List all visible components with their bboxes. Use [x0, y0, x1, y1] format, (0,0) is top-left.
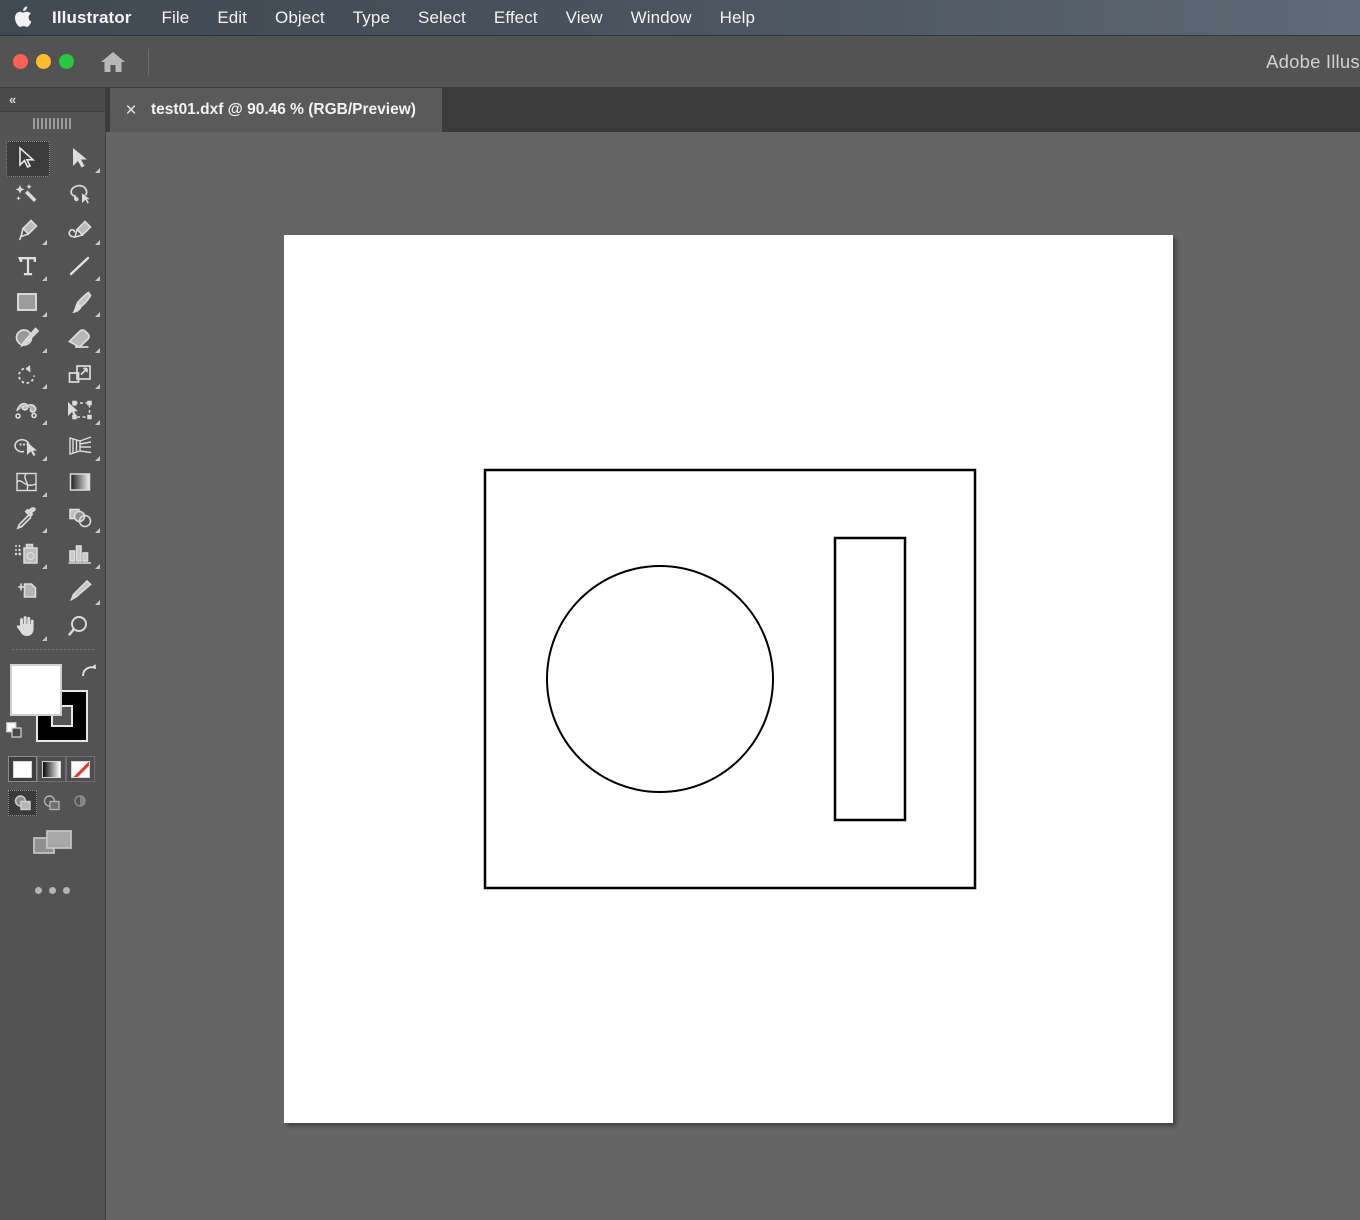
draw-inside-button[interactable]	[66, 790, 95, 816]
direct-selection-tool[interactable]	[53, 140, 106, 176]
chevron-double-left-icon: «	[9, 92, 16, 107]
document-tab[interactable]: × test01.dxf @ 90.46 % (RGB/Preview)	[110, 88, 442, 132]
close-window-button[interactable]	[13, 54, 28, 69]
document-tab-label: test01.dxf @ 90.46 % (RGB/Preview)	[151, 101, 416, 118]
hand-tool[interactable]	[0, 608, 53, 644]
collapse-panel-button[interactable]: «	[0, 88, 105, 112]
canvas-area[interactable]	[106, 132, 1360, 1220]
fill-stroke-controls	[0, 658, 105, 750]
menu-item-effect[interactable]: Effect	[480, 0, 552, 36]
draw-mode-buttons	[0, 784, 105, 816]
panel-drag-handle[interactable]	[0, 112, 105, 134]
toolbar-divider	[0, 644, 106, 654]
screen-mode-button[interactable]	[0, 816, 105, 870]
apple-logo-icon[interactable]	[0, 6, 44, 29]
magic-wand-tool[interactable]	[0, 176, 53, 212]
menu-item-view[interactable]: View	[552, 0, 617, 36]
blend-tool[interactable]	[53, 500, 106, 536]
scale-tool[interactable]	[53, 356, 106, 392]
color-swatch-icon	[13, 760, 32, 778]
shaper-tool[interactable]	[0, 320, 53, 356]
close-icon[interactable]: ×	[124, 101, 138, 120]
shape-builder-tool[interactable]	[0, 428, 53, 464]
pen-tool[interactable]	[0, 212, 53, 248]
gradient-swatch-icon	[42, 760, 61, 778]
column-graph-tool[interactable]	[53, 536, 106, 572]
menu-item-help[interactable]: Help	[706, 0, 769, 36]
minimize-window-button[interactable]	[36, 54, 51, 69]
symbol-sprayer-tool[interactable]	[0, 536, 53, 572]
draw-normal-button[interactable]	[8, 789, 37, 816]
application-title-bar: Adobe Illustra	[0, 36, 1360, 88]
none-button[interactable]	[66, 756, 95, 782]
curvature-tool[interactable]	[53, 212, 106, 248]
selection-tool[interactable]	[0, 140, 53, 177]
rotate-tool[interactable]	[0, 356, 53, 392]
eyedropper-tool[interactable]	[0, 500, 53, 536]
document-tab-bar: × test01.dxf @ 90.46 % (RGB/Preview)	[106, 88, 1360, 132]
ellipsis-dot-icon	[49, 886, 56, 894]
menu-item-illustrator[interactable]: Illustrator	[44, 0, 148, 36]
maximize-window-button[interactable]	[59, 54, 74, 69]
outer-rectangle[interactable]	[483, 468, 977, 890]
artboard[interactable]	[284, 235, 1173, 1123]
fill-swatch[interactable]	[10, 664, 62, 716]
perspective-grid-tool[interactable]	[53, 428, 106, 464]
menu-item-window[interactable]: Window	[617, 0, 706, 36]
default-fill-stroke-icon[interactable]	[6, 722, 24, 740]
circle-shape[interactable]	[546, 565, 774, 793]
color-button[interactable]	[8, 756, 37, 782]
tall-rectangle[interactable]	[833, 536, 907, 822]
titlebar-divider	[148, 48, 149, 75]
gradient-tool[interactable]	[53, 464, 106, 500]
ellipsis-dot-icon	[63, 886, 70, 894]
paintbrush-tool[interactable]	[53, 284, 106, 320]
window-controls	[13, 54, 74, 69]
type-tool[interactable]	[0, 248, 53, 284]
eraser-tool[interactable]	[53, 320, 106, 356]
window-title: Adobe Illustra	[1266, 50, 1360, 72]
ellipsis-dot-icon	[35, 886, 42, 894]
mesh-tool[interactable]	[0, 464, 53, 500]
color-mode-buttons	[0, 750, 105, 784]
lasso-tool[interactable]	[53, 176, 106, 212]
tool-grid	[0, 134, 105, 654]
line-segment-tool[interactable]	[53, 248, 106, 284]
artboard-tool[interactable]	[0, 572, 53, 608]
gradient-button[interactable]	[37, 756, 66, 782]
menu-item-object[interactable]: Object	[261, 0, 339, 36]
menu-item-edit[interactable]: Edit	[203, 0, 261, 36]
macos-menu-bar: Illustrator File Edit Object Type Select…	[0, 0, 1360, 36]
free-transform-tool[interactable]	[53, 392, 106, 428]
menu-item-type[interactable]: Type	[339, 0, 404, 36]
width-tool[interactable]	[0, 392, 53, 428]
edit-toolbar-button[interactable]	[0, 870, 105, 910]
home-icon[interactable]	[98, 47, 128, 77]
menu-item-file[interactable]: File	[148, 0, 204, 36]
artwork-vector[interactable]	[284, 235, 1173, 1123]
rectangle-tool[interactable]	[0, 284, 53, 320]
none-swatch-icon	[71, 760, 90, 778]
grip-dots-icon	[32, 117, 73, 129]
slice-tool[interactable]	[53, 572, 106, 608]
menu-item-select[interactable]: Select	[404, 0, 480, 36]
swap-fill-stroke-icon[interactable]	[79, 662, 99, 682]
zoom-tool[interactable]	[53, 608, 106, 644]
tools-panel: «	[0, 88, 106, 1220]
draw-behind-button[interactable]	[37, 790, 66, 816]
